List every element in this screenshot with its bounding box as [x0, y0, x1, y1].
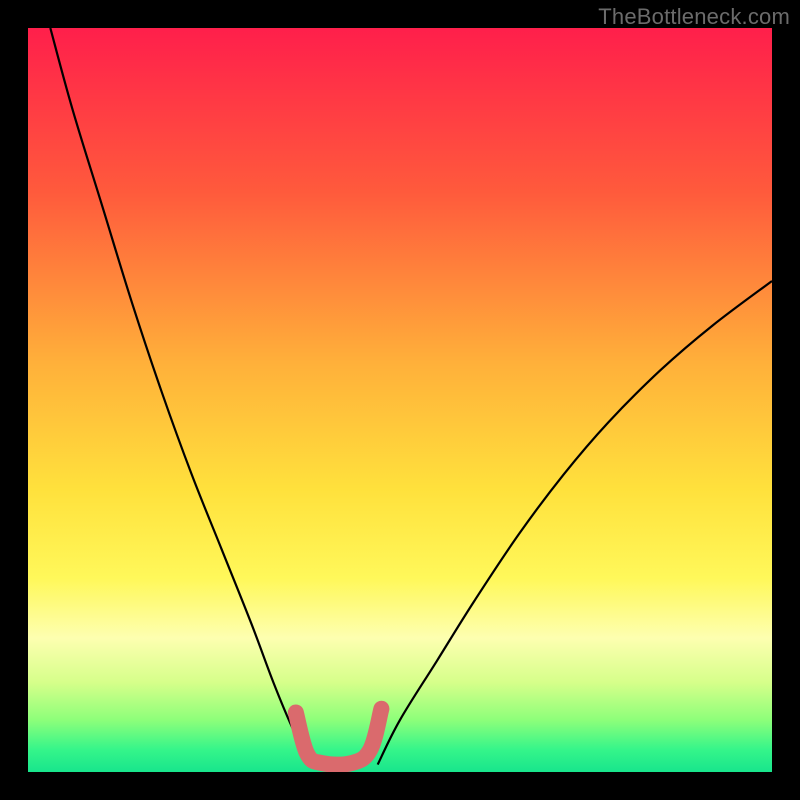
- watermark-text: TheBottleneck.com: [598, 4, 790, 30]
- gradient-background: [28, 28, 772, 772]
- bottleneck-curve-chart: [28, 28, 772, 772]
- plot-area: [28, 28, 772, 772]
- chart-frame: TheBottleneck.com: [0, 0, 800, 800]
